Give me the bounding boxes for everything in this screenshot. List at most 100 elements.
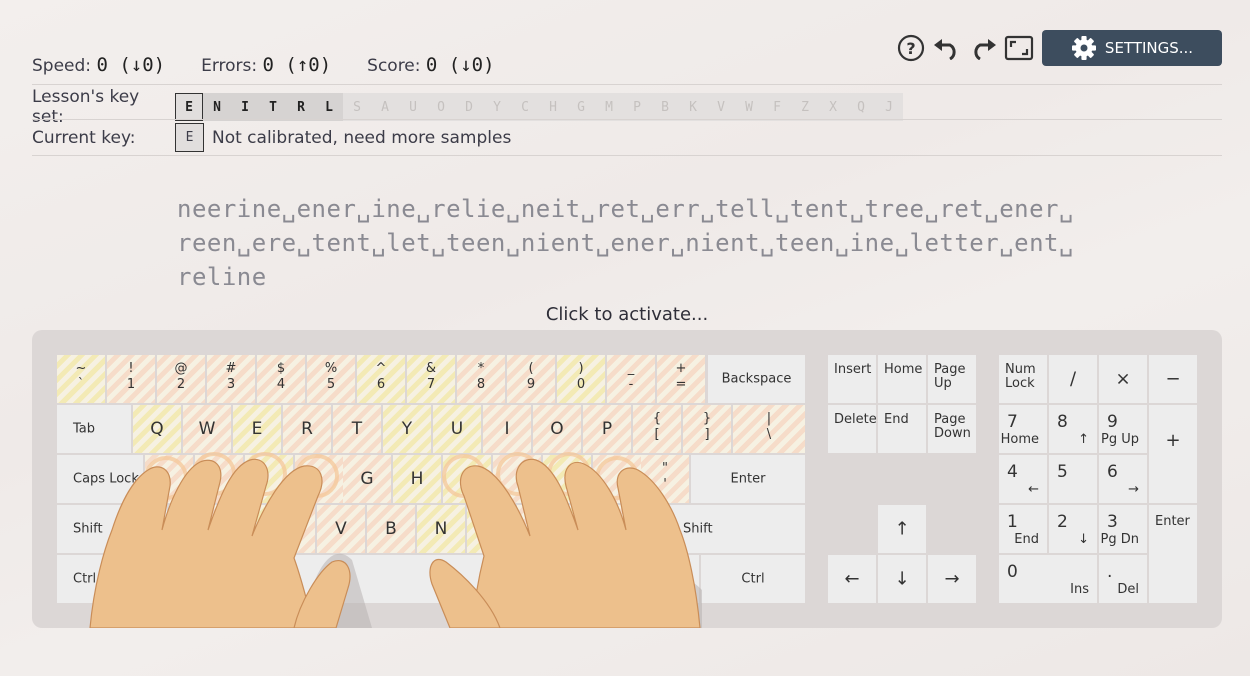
key-enter[interactable]: Enter [691, 455, 805, 503]
help-circle-icon[interactable]: ? [896, 33, 926, 63]
key-k[interactable] [493, 455, 541, 503]
key-j[interactable] [443, 455, 491, 503]
key-alt-right[interactable]: t [629, 555, 699, 603]
key-shift-right[interactable]: Shift [667, 505, 805, 553]
key-numrow-3[interactable]: # 3 [207, 355, 255, 403]
key-u[interactable]: U [433, 405, 481, 453]
key-space[interactable] [267, 555, 627, 603]
key-a[interactable] [145, 455, 193, 503]
key-np-1[interactable]: 1 End [999, 505, 1047, 553]
key-comma[interactable] [517, 505, 565, 553]
key-d[interactable] [245, 455, 293, 503]
keyset-key-h: H [539, 93, 567, 121]
key-np-enter[interactable]: Enter [1149, 505, 1197, 603]
key-y[interactable]: Y [383, 405, 431, 453]
key-i[interactable]: I [483, 405, 531, 453]
key-numrow-9[interactable]: ( 9 [507, 355, 555, 403]
key-numrow-1[interactable]: ! 1 [107, 355, 155, 403]
lesson-text[interactable]: neerine␣ener␣ine␣relie␣neit␣ret␣err␣tell… [177, 192, 1097, 294]
key-r[interactable]: R [283, 405, 331, 453]
key-o[interactable]: O [533, 405, 581, 453]
key-np-divide[interactable]: / [1049, 355, 1097, 403]
key-np-multiply[interactable]: × [1099, 355, 1147, 403]
key-arrow-right[interactable]: → [928, 555, 976, 603]
key-numlock[interactable]: Num Lock [999, 355, 1047, 403]
keyset-key-c: C [511, 93, 539, 121]
key-h[interactable]: H [393, 455, 441, 503]
key-np-dot[interactable]: . Del [1099, 555, 1147, 603]
key-legend: Q [150, 419, 164, 439]
key-arrow-left[interactable]: ← [828, 555, 876, 603]
keyset-key-d: D [455, 93, 483, 121]
key-f[interactable] [295, 455, 343, 503]
key-np-plus[interactable]: + [1149, 405, 1197, 503]
key-numrow-11[interactable]: _ - [607, 355, 655, 403]
key-numrow-10[interactable]: ) 0 [557, 355, 605, 403]
key-page-up[interactable]: Page Up [928, 355, 976, 403]
key-semicolon[interactable] [593, 455, 641, 503]
toolbar: ? SETTINGS... [896, 30, 1222, 66]
fullscreen-icon[interactable] [1004, 33, 1034, 63]
key-capslock[interactable]: Caps Lock [57, 455, 143, 503]
key-arrow-down[interactable]: ↓ [878, 555, 926, 603]
key-page-down[interactable]: Page Down [928, 405, 976, 453]
key-np-0[interactable]: 0 Ins [999, 555, 1097, 603]
key-slash[interactable] [617, 505, 665, 553]
key-shift-left[interactable]: Shift [57, 505, 167, 553]
key-bracket-0[interactable]: { [ [633, 405, 681, 453]
key-alt-left[interactable] [193, 555, 265, 603]
key-numrow-7[interactable]: & 7 [407, 355, 455, 403]
key-legend: ) 0 [576, 361, 586, 392]
key-e[interactable]: E [233, 405, 281, 453]
key-numrow-4[interactable]: $ 4 [257, 355, 305, 403]
key-np-minus[interactable]: − [1149, 355, 1197, 403]
key-numrow-6[interactable]: ^ 6 [357, 355, 405, 403]
key-l[interactable] [543, 455, 591, 503]
key-period[interactable] [567, 505, 615, 553]
key-p[interactable]: P [583, 405, 631, 453]
key-insert[interactable]: Insert [828, 355, 876, 403]
key-end[interactable]: End [878, 405, 926, 453]
key-x[interactable]: X [217, 505, 265, 553]
key-quote[interactable]: " ' [641, 455, 689, 503]
key-np-5[interactable]: 5 [1049, 455, 1097, 503]
key-home[interactable]: Home [878, 355, 926, 403]
key-numrow-8[interactable]: * 8 [457, 355, 505, 403]
settings-button[interactable]: SETTINGS... [1042, 30, 1222, 66]
key-v[interactable]: V [317, 505, 365, 553]
key-w[interactable]: W [183, 405, 231, 453]
undo-icon[interactable] [932, 33, 962, 63]
key-q[interactable]: Q [133, 405, 181, 453]
key-ctrl-right[interactable]: Ctrl [701, 555, 805, 603]
key-m[interactable] [467, 505, 515, 553]
activate-prompt[interactable]: Click to activate... [0, 304, 1250, 325]
key-meta-left[interactable] [131, 555, 191, 603]
key-numrow-12[interactable]: + = [657, 355, 705, 403]
key-numrow-0[interactable]: ~ ` [57, 355, 105, 403]
redo-icon[interactable] [968, 33, 998, 63]
key-t[interactable]: T [333, 405, 381, 453]
key-z[interactable] [169, 505, 217, 553]
key-c[interactable] [267, 505, 315, 553]
key-bracket-2[interactable]: | \ [733, 405, 805, 453]
key-b[interactable]: B [367, 505, 415, 553]
key-n[interactable]: N [417, 505, 465, 553]
key-np-8[interactable]: 8 ↑ [1049, 405, 1097, 453]
key-bracket-1[interactable]: } ] [683, 405, 731, 453]
key-tab[interactable]: Tab [57, 405, 131, 453]
key-np-4[interactable]: 4 ← [999, 455, 1047, 503]
key-np-6[interactable]: 6 → [1099, 455, 1147, 503]
key-g[interactable]: G [343, 455, 391, 503]
speed-stat: Speed: 0 (↓0) [32, 54, 165, 76]
key-backspace[interactable]: Backspace [708, 355, 805, 403]
key-numrow-2[interactable]: @ 2 [157, 355, 205, 403]
key-arrow-up[interactable]: ↑ [878, 505, 926, 553]
key-numrow-5[interactable]: % 5 [307, 355, 355, 403]
key-np-7[interactable]: 7 Home [999, 405, 1047, 453]
key-np-2[interactable]: 2 ↓ [1049, 505, 1097, 553]
key-s[interactable] [195, 455, 243, 503]
key-delete[interactable]: Delete [828, 405, 877, 453]
key-np-3[interactable]: 3 Pg Dn [1099, 505, 1147, 553]
key-np-9[interactable]: 9 Pg Up [1099, 405, 1147, 453]
key-ctrl-left[interactable]: Ctrl [57, 555, 129, 603]
